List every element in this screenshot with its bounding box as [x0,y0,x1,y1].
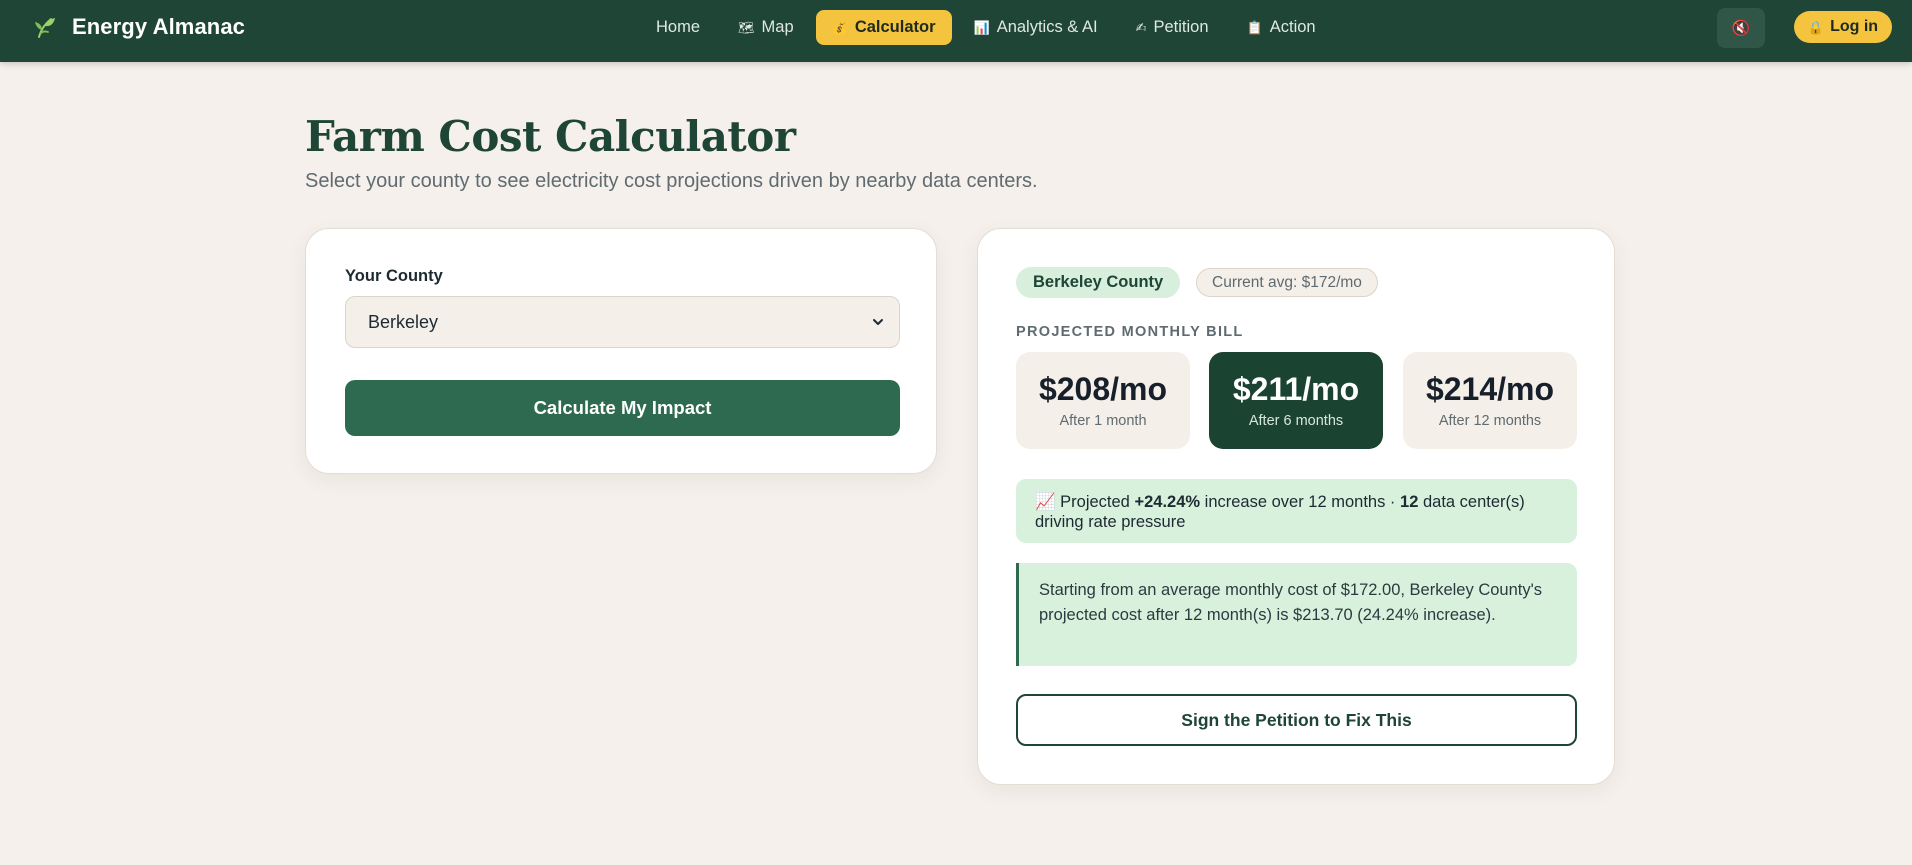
projection-period: After 12 months [1438,412,1542,429]
nav-home-label: Home [656,17,701,36]
main-nav: Home 🗺 Map 💰 Calculator 📊 Analytics & AI… [640,9,1332,45]
results-card: Berkeley County Current avg: $172/mo PRO… [977,228,1615,785]
writing-hand-icon: ✍ [1135,19,1147,35]
projection-tile-12-months: $214/mo After 12 months [1403,352,1577,449]
county-label: Your County [345,267,443,285]
bar-chart-icon: 📊 [973,19,990,35]
chart-increasing-icon: 📈 [1035,493,1056,511]
lock-icon: 🔒 [1807,19,1825,35]
insight-prefix: Projected [1060,493,1130,511]
nav-analytics[interactable]: 📊 Analytics & AI [958,10,1114,45]
page-subtitle: Select your county to see electricity co… [305,170,1038,192]
current-average-badge: Current avg: $172/mo [1196,268,1378,297]
projection-period: After 6 months [1248,412,1344,429]
page-title: Farm Cost Calculator [305,112,796,161]
projection-amount: $211/mo [1232,371,1360,408]
chevron-down-icon [873,319,883,325]
map-icon: 🗺 [738,19,755,35]
projection-amount: $208/mo [1038,371,1168,408]
projected-bill-heading: PROJECTED MONTHLY BILL [1016,324,1244,340]
county-select-value: Berkeley [368,311,439,332]
insight-percent: +24.24% [1134,493,1201,511]
projection-period: After 1 month [1059,412,1147,429]
muted-speaker-icon: 🔇 [1731,20,1751,37]
nav-action-label: Action [1269,17,1316,36]
nav-calculator-label: Calculator [854,17,936,36]
cost-summary: Starting from an average monthly cost of… [1016,563,1577,666]
sign-petition-button[interactable]: Sign the Petition to Fix This [1016,694,1577,746]
projection-amount: $214/mo [1425,371,1555,408]
nav-calculator[interactable]: 💰 Calculator [815,9,952,45]
brand-link[interactable]: Energy Almanac [32,0,245,54]
nav-petition[interactable]: ✍ Petition [1120,10,1225,45]
leaf-icon [35,18,55,38]
county-badge: Berkeley County [1016,267,1181,298]
login-label: Log in [1830,18,1879,35]
projection-tile-6-months: $211/mo After 6 months [1209,352,1383,449]
county-form-card: Your County Berkeley Calculate My Impact [305,228,937,474]
nav-analytics-label: Analytics & AI [996,17,1098,36]
calculate-button[interactable]: Calculate My Impact [345,380,900,436]
projection-tile-1-month: $208/mo After 1 month [1016,352,1190,449]
money-bag-icon: 💰 [831,19,848,35]
county-select[interactable]: Berkeley [345,296,900,348]
nav-map[interactable]: 🗺 Map [722,10,810,45]
insight-datacenter-count: 12 [1400,493,1419,511]
mute-button[interactable]: 🔇 [1717,8,1765,48]
nav-petition-label: Petition [1153,17,1209,36]
nav-action[interactable]: 📋 Action [1231,10,1332,45]
projection-insight: 📈 Projected +24.24% increase over 12 mon… [1016,479,1577,543]
nav-map-label: Map [761,17,794,36]
brand-name: Energy Almanac [72,14,245,39]
insight-middle: increase over 12 months · [1204,493,1396,511]
clipboard-icon: 📋 [1246,19,1263,35]
login-button[interactable]: 🔒 Log in [1794,11,1892,43]
nav-home[interactable]: Home [640,10,716,45]
top-navbar: Energy Almanac Home 🗺 Map 💰 Calculator 📊… [0,0,1912,62]
